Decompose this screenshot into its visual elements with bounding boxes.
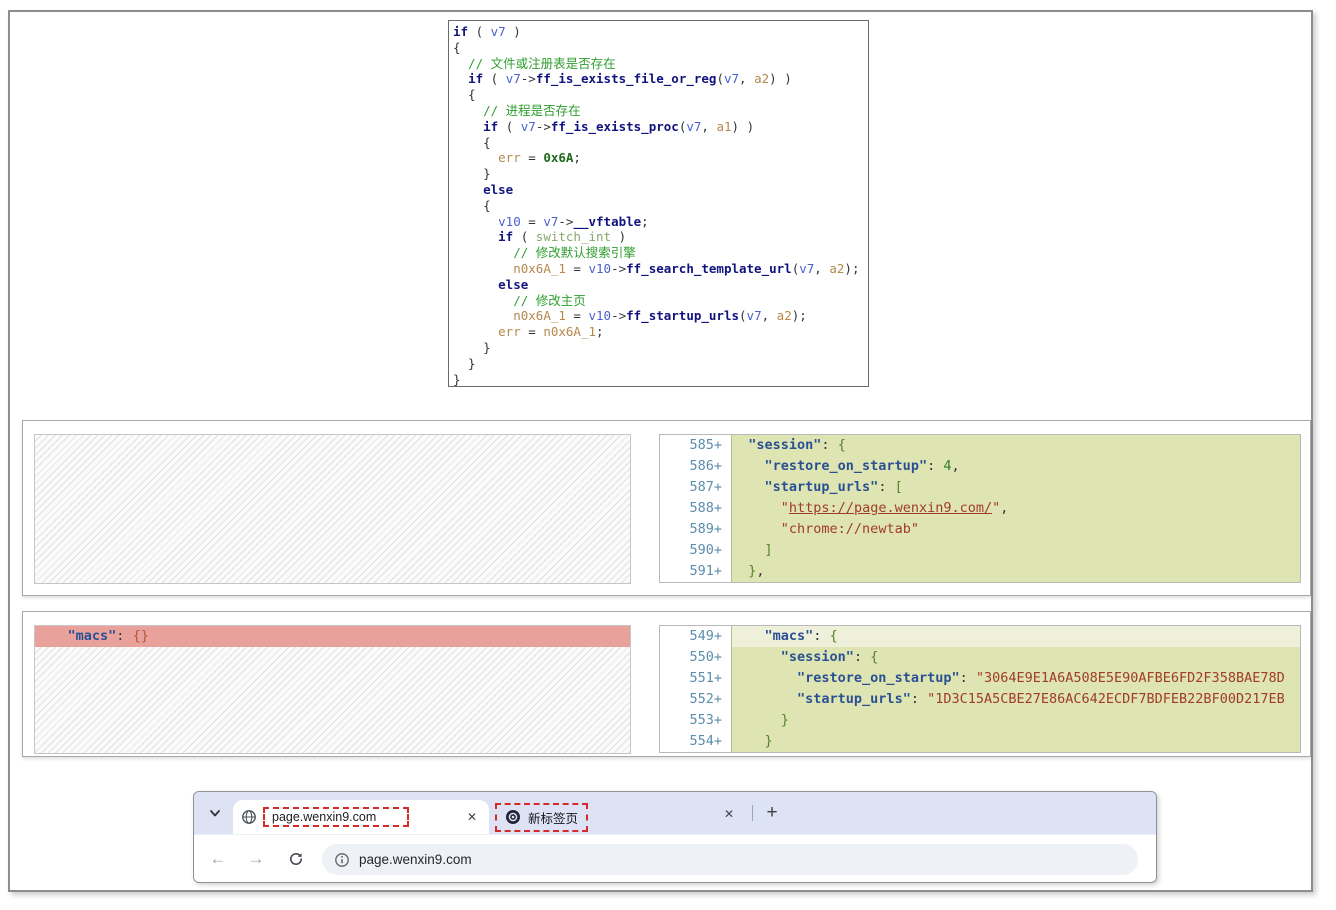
tab-title: 新标签页 bbox=[528, 808, 578, 827]
code-line: { bbox=[453, 135, 868, 151]
url-text: page.wenxin9.com bbox=[359, 852, 472, 867]
browser-toolbar: ← → page.wenxin9.com bbox=[194, 834, 1156, 883]
diff-row: 549+ "macs": { bbox=[660, 626, 1300, 647]
diff-row: 553+ } bbox=[660, 710, 1300, 731]
code-line: if ( v7->ff_is_exists_proc(v7, a1) ) bbox=[453, 119, 868, 135]
diff-row: 590+ ] bbox=[660, 540, 1300, 561]
line-number: 549+ bbox=[660, 626, 731, 647]
diff-row: 587+ "startup_urls": [ bbox=[660, 477, 1300, 498]
code-line: n0x6A_1 = v10->ff_startup_urls(v7, a2); bbox=[453, 308, 868, 324]
reload-icon bbox=[288, 851, 304, 867]
tab-separator bbox=[752, 805, 753, 821]
newtab-favicon-icon bbox=[505, 809, 521, 825]
tab-new-tab-page[interactable]: 新标签页 bbox=[495, 800, 588, 834]
line-number: 553+ bbox=[660, 710, 731, 731]
line-number: 552+ bbox=[660, 689, 731, 710]
code-line: } bbox=[453, 356, 868, 372]
code-line: else bbox=[453, 277, 868, 293]
diff-deleted-line: "macs": {} bbox=[35, 626, 630, 647]
globe-icon bbox=[241, 809, 257, 825]
diff-section-session: 585+ "session": {586+ "restore_on_startu… bbox=[22, 420, 1311, 596]
line-number: 591+ bbox=[660, 561, 731, 582]
code-line: // 文件或注册表是否存在 bbox=[453, 56, 868, 72]
diff-line-content: "https://page.wenxin9.com/", bbox=[731, 498, 1300, 519]
code-line: if ( switch_int ) bbox=[453, 229, 868, 245]
diff-row: 586+ "restore_on_startup": 4, bbox=[660, 456, 1300, 477]
address-bar[interactable]: page.wenxin9.com bbox=[322, 844, 1138, 875]
tab-strip: page.wenxin9.com ✕ 新标签页 ✕ + bbox=[194, 792, 1156, 834]
line-number: 554+ bbox=[660, 731, 731, 752]
code-line: { bbox=[453, 40, 868, 56]
diff-row: 585+ "session": { bbox=[660, 435, 1300, 456]
forward-button[interactable]: → bbox=[244, 847, 268, 871]
tab-page-wenxin9[interactable]: page.wenxin9.com ✕ bbox=[233, 800, 489, 834]
diff-left-pane-empty bbox=[34, 434, 631, 584]
info-icon[interactable] bbox=[334, 852, 350, 868]
code-line: err = n0x6A_1; bbox=[453, 324, 868, 340]
code-line: v10 = v7->__vftable; bbox=[453, 214, 868, 230]
diff-missing-hatch bbox=[35, 435, 630, 583]
diff-row: 588+ "https://page.wenxin9.com/", bbox=[660, 498, 1300, 519]
code-line: if ( v7 ) bbox=[453, 24, 868, 40]
tab-close-button[interactable]: ✕ bbox=[463, 808, 481, 826]
decompiler-code-panel: if ( v7 ){ // 文件或注册表是否存在 if ( v7->ff_is_… bbox=[448, 20, 869, 387]
chevron-down-icon bbox=[207, 805, 223, 821]
tab-title: page.wenxin9.com bbox=[272, 810, 376, 824]
diff-row: 589+ "chrome://newtab" bbox=[660, 519, 1300, 540]
code-line: { bbox=[453, 87, 868, 103]
diff-line-content: } bbox=[731, 731, 1300, 752]
diff-line-content: ] bbox=[731, 540, 1300, 561]
diff-section-macs: "macs": {} 549+ "macs": {550+ "session":… bbox=[22, 611, 1311, 757]
diff-line-content: "session": { bbox=[731, 647, 1300, 668]
back-button[interactable]: ← bbox=[206, 847, 230, 871]
code-line: else bbox=[453, 182, 868, 198]
diff-line-content: "restore_on_startup": "3064E9E1A6A508E5E… bbox=[731, 668, 1300, 689]
line-number: 589+ bbox=[660, 519, 731, 540]
code-line: if ( v7->ff_is_exists_file_or_reg(v7, a2… bbox=[453, 71, 868, 87]
line-number: 588+ bbox=[660, 498, 731, 519]
diff-left-pane-macs: "macs": {} bbox=[34, 625, 631, 754]
browser-window: page.wenxin9.com ✕ 新标签页 ✕ + ← → bbox=[193, 791, 1157, 883]
tab-close-button[interactable]: ✕ bbox=[720, 805, 738, 823]
diff-line-content: "macs": { bbox=[731, 626, 1300, 647]
code-line: { bbox=[453, 198, 868, 214]
diff-line-content: "session": { bbox=[731, 435, 1300, 456]
code-line: } bbox=[453, 372, 868, 387]
diff-row: 591+ }, bbox=[660, 561, 1300, 582]
reload-button[interactable] bbox=[284, 847, 308, 871]
diff-row: 554+ } bbox=[660, 731, 1300, 752]
diff-row: 551+ "restore_on_startup": "3064E9E1A6A5… bbox=[660, 668, 1300, 689]
new-tab-button[interactable]: + bbox=[761, 802, 783, 824]
line-number: 550+ bbox=[660, 647, 731, 668]
diff-right-pane: 585+ "session": {586+ "restore_on_startu… bbox=[659, 434, 1301, 583]
code-line: } bbox=[453, 166, 868, 182]
diff-line-content: }, bbox=[731, 561, 1300, 582]
code-line: // 修改主页 bbox=[453, 293, 868, 309]
code-line: } bbox=[453, 340, 868, 356]
line-number: 585+ bbox=[660, 435, 731, 456]
code-line: "macs": {} bbox=[35, 626, 630, 642]
diff-row: 550+ "session": { bbox=[660, 647, 1300, 668]
tab-title-highlight: 新标签页 bbox=[495, 803, 588, 832]
code-line: // 修改默认搜索引擎 bbox=[453, 245, 868, 261]
diff-line-content: "restore_on_startup": 4, bbox=[731, 456, 1300, 477]
line-number: 586+ bbox=[660, 456, 731, 477]
code-line: err = 0x6A; bbox=[453, 150, 868, 166]
line-number: 590+ bbox=[660, 540, 731, 561]
diff-right-pane: 549+ "macs": {550+ "session": {551+ "res… bbox=[659, 625, 1301, 753]
line-number: 551+ bbox=[660, 668, 731, 689]
tab-search-chevron-button[interactable] bbox=[203, 801, 227, 825]
code-line: n0x6A_1 = v10->ff_search_template_url(v7… bbox=[453, 261, 868, 277]
diff-row: 552+ "startup_urls": "1D3C15A5CBE27E86AC… bbox=[660, 689, 1300, 710]
diff-line-content: "chrome://newtab" bbox=[731, 519, 1300, 540]
tab-title-highlight: page.wenxin9.com bbox=[263, 807, 409, 827]
diff-line-content: "startup_urls": "1D3C15A5CBE27E86AC642EC… bbox=[731, 689, 1300, 710]
line-number: 587+ bbox=[660, 477, 731, 498]
diff-line-content: "startup_urls": [ bbox=[731, 477, 1300, 498]
diff-missing-hatch bbox=[35, 647, 630, 753]
diff-line-content: } bbox=[731, 710, 1300, 731]
code-line: // 进程是否存在 bbox=[453, 103, 868, 119]
